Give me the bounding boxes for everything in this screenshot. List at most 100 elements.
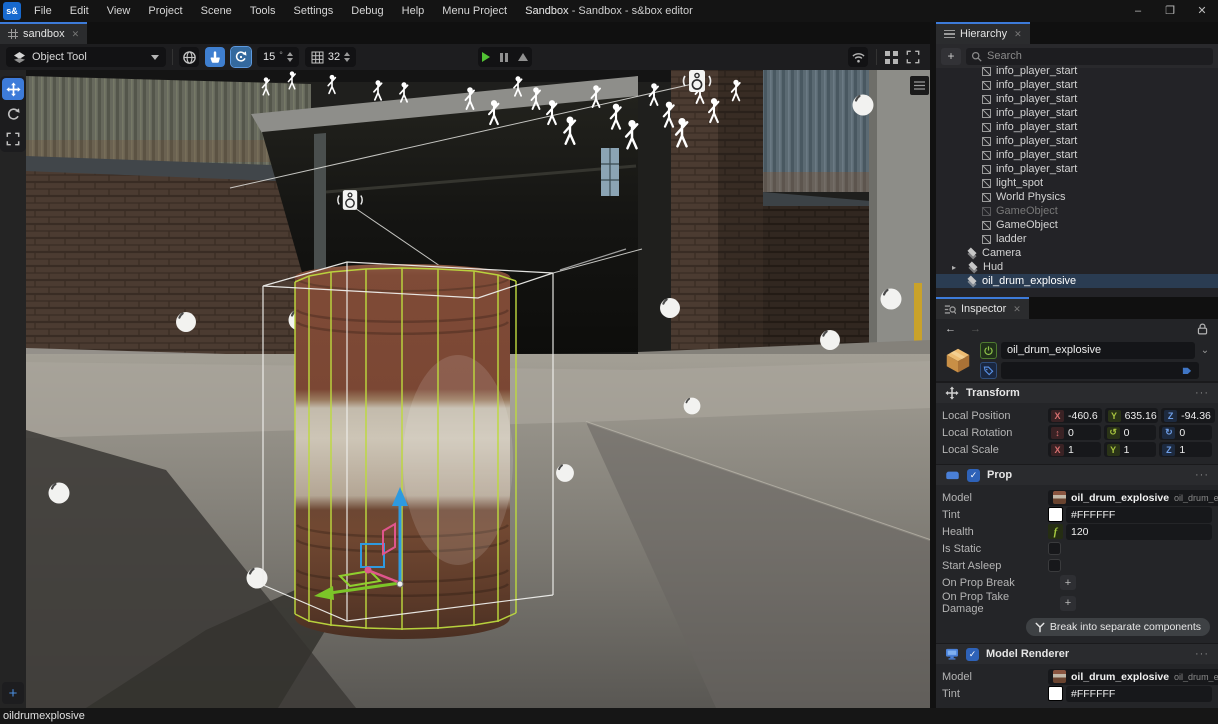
tree-item-world-physics[interactable]: World Physics (936, 190, 1218, 204)
menu-tools[interactable]: Tools (241, 0, 285, 22)
menu-file[interactable]: File (25, 0, 61, 22)
rotation-snap-value[interactable]: 15° (257, 47, 299, 67)
scale-x-field[interactable]: X1 (1048, 442, 1101, 457)
color-swatch[interactable] (1048, 507, 1063, 522)
pause-button[interactable] (500, 53, 508, 62)
tags-field[interactable] (1001, 362, 1199, 379)
is-static-checkbox[interactable] (1048, 542, 1061, 555)
position-y-field[interactable]: Y635.16 (1105, 408, 1159, 423)
component-menu-icon[interactable]: ··· (1195, 648, 1209, 660)
component-enabled-checkbox[interactable]: ✓ (966, 648, 979, 661)
tree-item-camera[interactable]: Camera (936, 246, 1218, 260)
minimize-button[interactable]: – (1122, 0, 1154, 22)
physics-drag-toggle[interactable] (205, 47, 225, 67)
tree-item-light-spot[interactable]: light_spot (936, 176, 1218, 190)
tree-item-ladder[interactable]: ladder (936, 232, 1218, 246)
rotation-snap-toggle[interactable] (231, 47, 251, 67)
tree-item-info-player-start[interactable]: info_player_start (936, 92, 1218, 106)
tree-item-info-player-start[interactable]: info_player_start (936, 106, 1218, 120)
hierarchy-search[interactable] (966, 48, 1213, 65)
prop-icon (945, 469, 960, 481)
component-enabled-checkbox[interactable]: ✓ (967, 469, 980, 482)
tag-add-icon[interactable] (1181, 365, 1193, 376)
scale-y-field[interactable]: Y1 (1104, 442, 1157, 457)
tree-item-hud[interactable]: ▸Hud (936, 260, 1218, 274)
local-position-row: Local Position X-460.6 Y635.16 Z-94.36 (942, 407, 1212, 424)
search-input[interactable] (987, 50, 1208, 62)
tree-item-info-player-start[interactable]: info_player_start (936, 134, 1218, 148)
app-logo-icon[interactable]: s& (3, 2, 21, 20)
tint-field[interactable]: #FFFFFF (1066, 686, 1212, 702)
tab-sandbox[interactable]: sandbox ✕ (0, 22, 87, 44)
nav-back-button[interactable]: ← (945, 323, 956, 335)
viewport-3d[interactable] (26, 70, 930, 708)
rotate-tool-button[interactable] (2, 103, 24, 125)
menu-project[interactable]: Project (139, 0, 191, 22)
grid-snap-value[interactable]: 32 (305, 47, 356, 67)
component-menu-icon[interactable]: ··· (1195, 469, 1209, 481)
tree-item-info-player-start[interactable]: info_player_start (936, 64, 1218, 78)
chevron-down-icon[interactable]: ⌄ (1199, 345, 1211, 356)
model-field[interactable]: oil_drum_explosive oil_drum_explosive… (1048, 490, 1218, 506)
add-action-button[interactable]: + (1060, 575, 1076, 590)
tab-close-icon[interactable]: ✕ (1013, 304, 1021, 315)
enabled-toggle[interactable] (980, 342, 997, 359)
tree-item-info-player-start[interactable]: info_player_start (936, 78, 1218, 92)
tree-item-gameobject-disabled[interactable]: GameObject (936, 204, 1218, 218)
menu-debug[interactable]: Debug (342, 0, 392, 22)
menu-edit[interactable]: Edit (61, 0, 98, 22)
gizmo-icon (982, 221, 991, 230)
object-tool-dropdown[interactable]: Object Tool (6, 47, 166, 67)
rotation-roll-field[interactable]: ↻0 (1159, 425, 1212, 440)
close-button[interactable]: ✕ (1186, 0, 1218, 22)
add-action-button[interactable]: + (1060, 596, 1076, 611)
object-name-field[interactable]: oil_drum_explosive (1001, 342, 1195, 359)
expand-caret-icon[interactable]: ▸ (952, 263, 962, 272)
component-menu-icon[interactable]: ··· (1195, 387, 1209, 399)
tree-item-info-player-start[interactable]: info_player_start (936, 148, 1218, 162)
viewport-options-icon[interactable] (910, 76, 929, 95)
break-into-components-button[interactable]: Break into separate components (1026, 618, 1210, 636)
nav-forward-button[interactable]: → (970, 323, 981, 335)
maximize-button[interactable]: ❐ (1154, 0, 1186, 22)
menu-menu-project[interactable]: Menu Project (433, 0, 516, 22)
stepper-arrows[interactable] (287, 52, 293, 62)
layout-grid-icon[interactable] (885, 51, 890, 56)
menu-help[interactable]: Help (393, 0, 434, 22)
tree-item-info-player-start[interactable]: info_player_start (936, 162, 1218, 176)
rotation-yaw-field[interactable]: ↺0 (1104, 425, 1157, 440)
add-tool-button[interactable]: + (2, 682, 24, 704)
tree-item-info-player-start[interactable]: info_player_start (936, 120, 1218, 134)
tab-close-icon[interactable]: ✕ (72, 29, 80, 40)
object-header: oil_drum_explosive ⌄ (936, 339, 1218, 382)
fullscreen-icon[interactable] (906, 50, 920, 64)
scale-tool-button[interactable] (2, 128, 24, 150)
tab-inspector[interactable]: Inspector ✕ (936, 297, 1029, 319)
tree-item-gameobject[interactable]: GameObject (936, 218, 1218, 232)
world-space-toggle[interactable] (179, 47, 199, 67)
rotation-pitch-field[interactable]: ↕0 (1048, 425, 1101, 440)
start-asleep-checkbox[interactable] (1048, 559, 1061, 572)
scale-z-field[interactable]: Z1 (1159, 442, 1212, 457)
lock-icon[interactable] (1196, 322, 1209, 336)
menu-view[interactable]: View (98, 0, 140, 22)
move-tool-button[interactable] (2, 78, 24, 100)
branch-icon (1035, 622, 1045, 633)
network-status-button[interactable] (848, 47, 868, 67)
tint-field[interactable]: #FFFFFF (1066, 507, 1212, 523)
health-field[interactable]: 120 (1066, 524, 1212, 540)
tab-close-icon[interactable]: ✕ (1014, 29, 1022, 40)
color-swatch[interactable] (1048, 686, 1063, 701)
stepper-arrows[interactable] (344, 52, 350, 62)
menu-settings[interactable]: Settings (285, 0, 343, 22)
tree-item-oil-drum-explosive[interactable]: oil_drum_explosive (936, 274, 1218, 288)
play-button[interactable] (482, 52, 490, 62)
position-z-field[interactable]: Z-94.36 (1161, 408, 1215, 423)
eject-button[interactable] (518, 53, 528, 61)
model-field[interactable]: oil_drum_explosive oil_drum_explosive… (1048, 669, 1218, 685)
menu-scene[interactable]: Scene (192, 0, 241, 22)
tab-hierarchy[interactable]: Hierarchy ✕ (936, 22, 1030, 44)
tag-icon[interactable] (980, 362, 997, 379)
position-x-field[interactable]: X-460.6 (1048, 408, 1102, 423)
add-gameobject-button[interactable]: + (941, 48, 961, 65)
